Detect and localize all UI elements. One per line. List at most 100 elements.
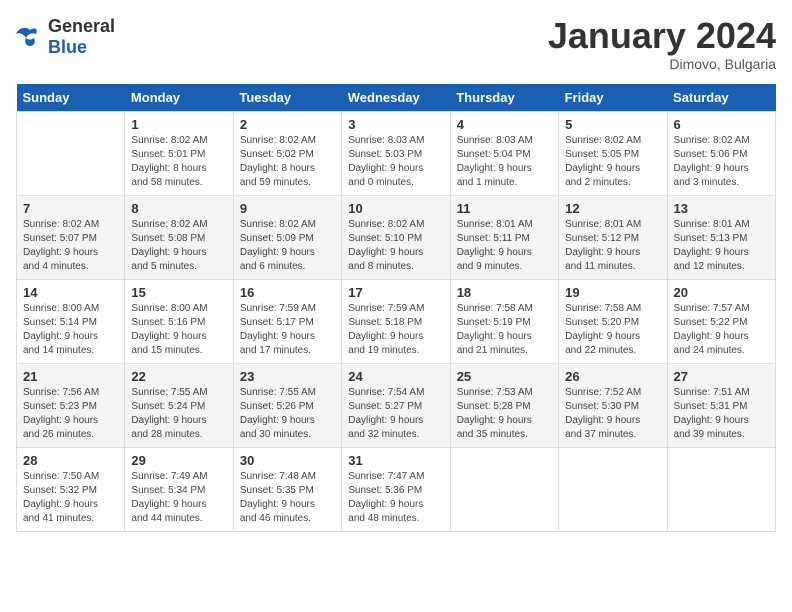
logo-general: General bbox=[48, 16, 115, 36]
day-info: Sunrise: 8:02 AM Sunset: 5:09 PM Dayligh… bbox=[240, 218, 335, 274]
day-info: Sunrise: 7:54 AM Sunset: 5:27 PM Dayligh… bbox=[348, 386, 443, 442]
day-info: Sunrise: 7:48 AM Sunset: 5:35 PM Dayligh… bbox=[240, 470, 335, 526]
day-number: 2 bbox=[240, 117, 335, 132]
calendar-cell bbox=[559, 447, 667, 531]
calendar-cell: 24 Sunrise: 7:54 AM Sunset: 5:27 PM Dayli… bbox=[342, 363, 450, 447]
day-info: Sunrise: 7:49 AM Sunset: 5:34 PM Dayligh… bbox=[131, 470, 226, 526]
title-section: January 2024 Dimovo, Bulgaria bbox=[548, 16, 776, 72]
day-info: Sunrise: 7:56 AM Sunset: 5:23 PM Dayligh… bbox=[23, 386, 118, 442]
day-info: Sunrise: 8:01 AM Sunset: 5:11 PM Dayligh… bbox=[457, 218, 552, 274]
header-day-tuesday: Tuesday bbox=[233, 84, 341, 112]
day-info: Sunrise: 8:02 AM Sunset: 5:02 PM Dayligh… bbox=[240, 134, 335, 190]
month-year-title: January 2024 bbox=[548, 16, 776, 56]
calendar-cell bbox=[17, 111, 125, 195]
day-number: 16 bbox=[240, 285, 335, 300]
day-info: Sunrise: 8:01 AM Sunset: 5:13 PM Dayligh… bbox=[674, 218, 769, 274]
day-info: Sunrise: 7:52 AM Sunset: 5:30 PM Dayligh… bbox=[565, 386, 660, 442]
calendar-cell: 14Sunrise: 8:00 AM Sunset: 5:14 PM Dayli… bbox=[17, 279, 125, 363]
header-day-friday: Friday bbox=[559, 84, 667, 112]
day-number: 25 bbox=[457, 369, 552, 384]
calendar-cell: 27 Sunrise: 7:51 AM Sunset: 5:31 PM Dayli… bbox=[667, 363, 775, 447]
calendar-cell: 3Sunrise: 8:03 AM Sunset: 5:03 PM Daylig… bbox=[342, 111, 450, 195]
calendar-cell: 11 Sunrise: 8:01 AM Sunset: 5:11 PM Dayli… bbox=[450, 195, 558, 279]
calendar-cell: 15Sunrise: 8:00 AM Sunset: 5:16 PM Dayli… bbox=[125, 279, 233, 363]
day-number: 28 bbox=[23, 453, 118, 468]
calendar-cell: 26 Sunrise: 7:52 AM Sunset: 5:30 PM Dayli… bbox=[559, 363, 667, 447]
header-day-thursday: Thursday bbox=[450, 84, 558, 112]
calendar-cell: 18 Sunrise: 7:58 AM Sunset: 5:19 PM Dayli… bbox=[450, 279, 558, 363]
day-info: Sunrise: 7:50 AM Sunset: 5:32 PM Dayligh… bbox=[23, 470, 118, 526]
day-info: Sunrise: 8:02 AM Sunset: 5:07 PM Dayligh… bbox=[23, 218, 118, 274]
calendar-cell: 6Sunrise: 8:02 AM Sunset: 5:06 PM Daylig… bbox=[667, 111, 775, 195]
calendar-cell: 12Sunrise: 8:01 AM Sunset: 5:12 PM Dayli… bbox=[559, 195, 667, 279]
day-number: 18 bbox=[457, 285, 552, 300]
day-number: 26 bbox=[565, 369, 660, 384]
day-number: 23 bbox=[240, 369, 335, 384]
calendar-cell: 17 Sunrise: 7:59 AM Sunset: 5:18 PM Dayli… bbox=[342, 279, 450, 363]
day-info: Sunrise: 7:58 AM Sunset: 5:20 PM Dayligh… bbox=[565, 302, 660, 358]
logo-blue: Blue bbox=[48, 37, 87, 57]
calendar-cell: 28 Sunrise: 7:50 AM Sunset: 5:32 PM Dayli… bbox=[17, 447, 125, 531]
day-number: 29 bbox=[131, 453, 226, 468]
day-number: 4 bbox=[457, 117, 552, 132]
day-number: 12 bbox=[565, 201, 660, 216]
calendar-cell: 25Sunrise: 7:53 AM Sunset: 5:28 PM Dayli… bbox=[450, 363, 558, 447]
day-info: Sunrise: 7:59 AM Sunset: 5:17 PM Dayligh… bbox=[240, 302, 335, 358]
calendar-cell: 20Sunrise: 7:57 AM Sunset: 5:22 PM Dayli… bbox=[667, 279, 775, 363]
calendar-cell bbox=[450, 447, 558, 531]
day-info: Sunrise: 8:02 AM Sunset: 5:01 PM Dayligh… bbox=[131, 134, 226, 190]
calendar-cell: 8 Sunrise: 8:02 AM Sunset: 5:08 PM Daylig… bbox=[125, 195, 233, 279]
calendar-cell: 16 Sunrise: 7:59 AM Sunset: 5:17 PM Dayli… bbox=[233, 279, 341, 363]
calendar-cell: 31 Sunrise: 7:47 AM Sunset: 5:36 PM Dayli… bbox=[342, 447, 450, 531]
calendar-week-row: 7 Sunrise: 8:02 AM Sunset: 5:07 PM Daylig… bbox=[17, 195, 776, 279]
calendar-week-row: 28 Sunrise: 7:50 AM Sunset: 5:32 PM Dayli… bbox=[17, 447, 776, 531]
logo: General Blue bbox=[16, 16, 115, 58]
calendar-week-row: 21 Sunrise: 7:56 AM Sunset: 5:23 PM Dayli… bbox=[17, 363, 776, 447]
day-info: Sunrise: 7:51 AM Sunset: 5:31 PM Dayligh… bbox=[674, 386, 769, 442]
location-subtitle: Dimovo, Bulgaria bbox=[548, 56, 776, 72]
header-day-wednesday: Wednesday bbox=[342, 84, 450, 112]
calendar-cell: 2 Sunrise: 8:02 AM Sunset: 5:02 PM Daylig… bbox=[233, 111, 341, 195]
calendar-cell: 1 Sunrise: 8:02 AM Sunset: 5:01 PM Daylig… bbox=[125, 111, 233, 195]
day-number: 24 bbox=[348, 369, 443, 384]
day-number: 5 bbox=[565, 117, 660, 132]
calendar-week-row: 1 Sunrise: 8:02 AM Sunset: 5:01 PM Daylig… bbox=[17, 111, 776, 195]
logo-text: General Blue bbox=[48, 16, 115, 58]
calendar-cell: 30Sunrise: 7:48 AM Sunset: 5:35 PM Dayli… bbox=[233, 447, 341, 531]
header-row: SundayMondayTuesdayWednesdayThursdayFrid… bbox=[17, 84, 776, 112]
day-number: 11 bbox=[457, 201, 552, 216]
day-number: 21 bbox=[23, 369, 118, 384]
header-day-saturday: Saturday bbox=[667, 84, 775, 112]
day-info: Sunrise: 7:55 AM Sunset: 5:24 PM Dayligh… bbox=[131, 386, 226, 442]
day-info: Sunrise: 7:47 AM Sunset: 5:36 PM Dayligh… bbox=[348, 470, 443, 526]
day-number: 15 bbox=[131, 285, 226, 300]
calendar-cell: 4Sunrise: 8:03 AM Sunset: 5:04 PM Daylig… bbox=[450, 111, 558, 195]
calendar-cell: 7 Sunrise: 8:02 AM Sunset: 5:07 PM Daylig… bbox=[17, 195, 125, 279]
calendar-table: SundayMondayTuesdayWednesdayThursdayFrid… bbox=[16, 84, 776, 532]
day-number: 1 bbox=[131, 117, 226, 132]
calendar-cell: 10Sunrise: 8:02 AM Sunset: 5:10 PM Dayli… bbox=[342, 195, 450, 279]
day-number: 27 bbox=[674, 369, 769, 384]
day-info: Sunrise: 7:59 AM Sunset: 5:18 PM Dayligh… bbox=[348, 302, 443, 358]
day-number: 19 bbox=[565, 285, 660, 300]
day-info: Sunrise: 8:02 AM Sunset: 5:08 PM Dayligh… bbox=[131, 218, 226, 274]
day-number: 9 bbox=[240, 201, 335, 216]
calendar-cell: 9 Sunrise: 8:02 AM Sunset: 5:09 PM Daylig… bbox=[233, 195, 341, 279]
header-day-monday: Monday bbox=[125, 84, 233, 112]
day-number: 13 bbox=[674, 201, 769, 216]
day-number: 22 bbox=[131, 369, 226, 384]
day-number: 6 bbox=[674, 117, 769, 132]
calendar-cell: 5Sunrise: 8:02 AM Sunset: 5:05 PM Daylig… bbox=[559, 111, 667, 195]
day-info: Sunrise: 7:58 AM Sunset: 5:19 PM Dayligh… bbox=[457, 302, 552, 358]
calendar-cell: 21 Sunrise: 7:56 AM Sunset: 5:23 PM Dayli… bbox=[17, 363, 125, 447]
day-number: 8 bbox=[131, 201, 226, 216]
day-number: 17 bbox=[348, 285, 443, 300]
calendar-cell: 19 Sunrise: 7:58 AM Sunset: 5:20 PM Dayli… bbox=[559, 279, 667, 363]
day-number: 31 bbox=[348, 453, 443, 468]
day-info: Sunrise: 8:00 AM Sunset: 5:14 PM Dayligh… bbox=[23, 302, 118, 358]
day-number: 7 bbox=[23, 201, 118, 216]
calendar-cell: 23Sunrise: 7:55 AM Sunset: 5:26 PM Dayli… bbox=[233, 363, 341, 447]
day-info: Sunrise: 7:57 AM Sunset: 5:22 PM Dayligh… bbox=[674, 302, 769, 358]
logo-bird-icon bbox=[16, 26, 44, 48]
calendar-header: SundayMondayTuesdayWednesdayThursdayFrid… bbox=[17, 84, 776, 112]
